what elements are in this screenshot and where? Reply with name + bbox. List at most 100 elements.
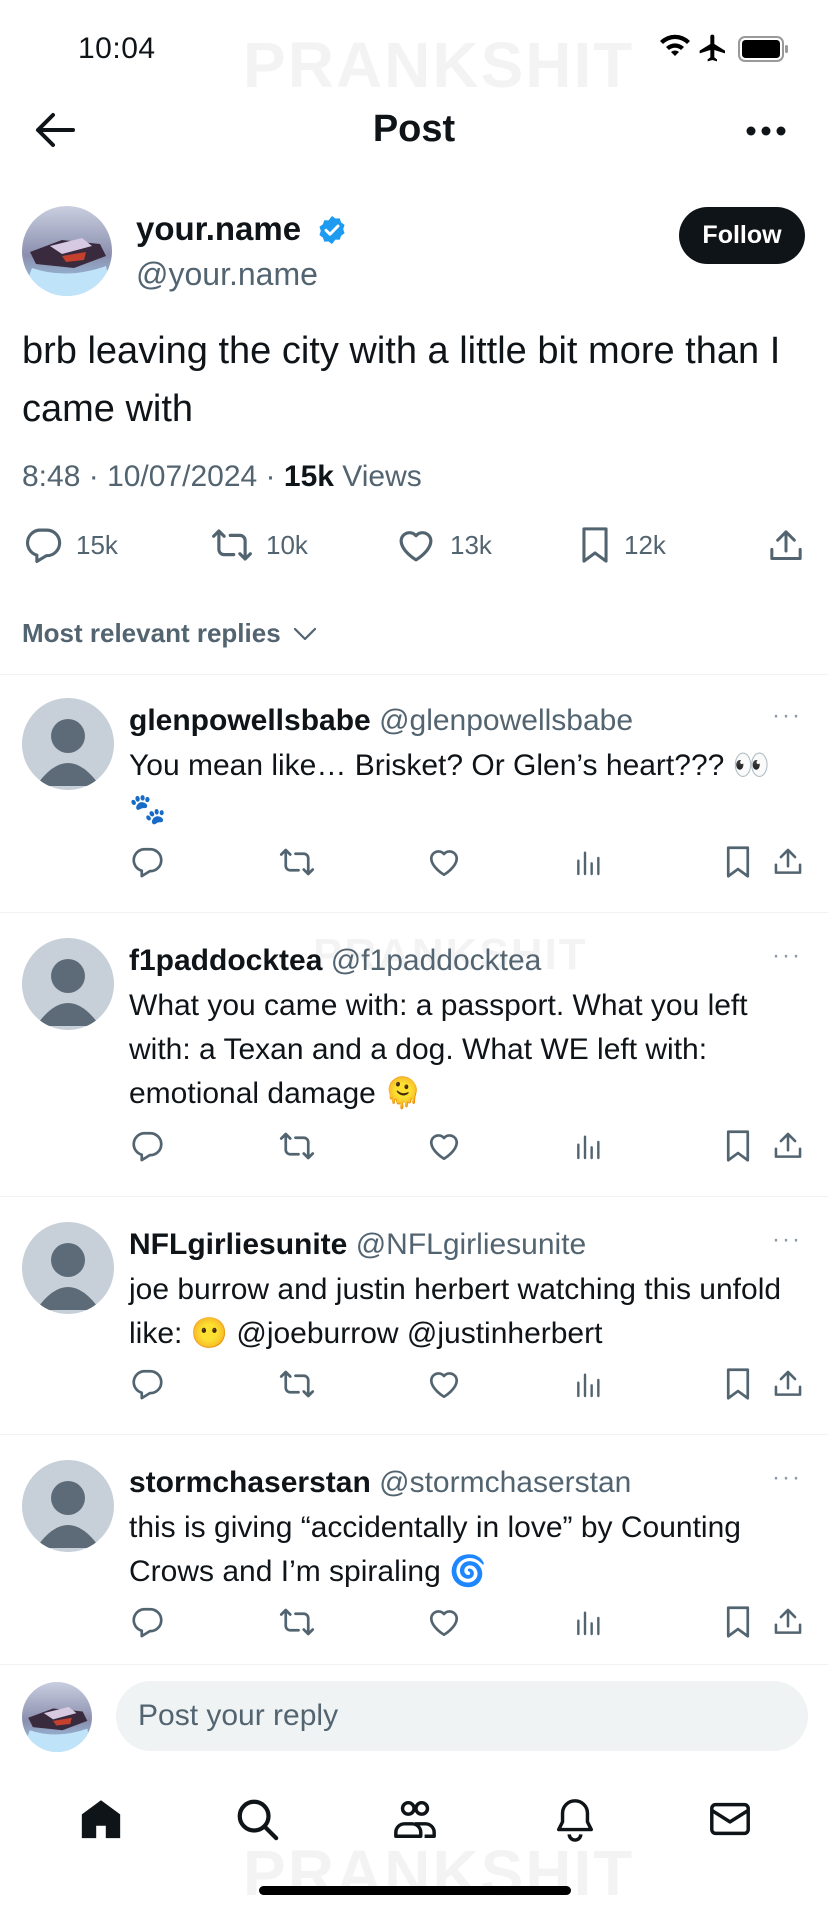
airplane-icon: [696, 32, 730, 64]
reply-handle: @f1paddocktea: [330, 944, 542, 977]
reply-text: What you came with: a passport. What you…: [129, 989, 748, 1110]
reply-header[interactable]: NFLgirliesunite @NFLgirliesunite: [129, 1228, 586, 1262]
reply-bookmark-icon[interactable]: [723, 844, 753, 880]
reply-name: f1paddocktea: [129, 944, 323, 977]
wifi-icon: [658, 34, 692, 60]
reply-header[interactable]: f1paddocktea @f1paddocktea: [129, 944, 541, 978]
reply-more-icon[interactable]: ···: [772, 1226, 802, 1254]
reply-name: glenpowellsbabe: [129, 704, 371, 737]
mail-icon: [710, 1802, 750, 1836]
reply-repost-icon[interactable]: [277, 1128, 317, 1164]
reply-name: NFLgirliesunite: [129, 1228, 348, 1261]
divider: [0, 912, 828, 913]
reply-comment-icon[interactable]: [129, 844, 165, 880]
reply-avatar[interactable]: [22, 1222, 114, 1314]
repost-icon: [212, 529, 252, 561]
reply-avatar[interactable]: [22, 698, 114, 790]
reply-analytics-icon[interactable]: [573, 1604, 605, 1640]
reply-comment-icon[interactable]: [129, 1604, 165, 1640]
reply-heart-icon[interactable]: [426, 1604, 462, 1640]
reply-actions: [129, 844, 807, 880]
reply-more-icon[interactable]: ···: [772, 942, 802, 970]
author-avatar[interactable]: [22, 206, 112, 296]
more-horizontal-icon: [746, 126, 786, 136]
post-text: brb leaving the city with a little bit m…: [22, 330, 781, 430]
reply-comment-icon[interactable]: [129, 1366, 165, 1402]
bookmark-stat[interactable]: 12k: [578, 524, 666, 566]
repost-count: 10k: [266, 529, 308, 560]
post-date: 10/07/2024: [107, 460, 258, 493]
battery-icon: [738, 36, 790, 62]
reply-avatar[interactable]: [22, 1460, 114, 1552]
views-label: Views: [342, 460, 422, 493]
heart-icon: [399, 531, 433, 562]
reply-bookmark-icon[interactable]: [723, 1604, 753, 1640]
reply-repost-icon[interactable]: [277, 1366, 317, 1402]
reply-analytics-icon[interactable]: [573, 1128, 605, 1164]
verified-badge-icon: [316, 214, 348, 246]
reply-share-icon[interactable]: [771, 844, 805, 880]
reply-placeholder: Post your reply: [138, 1699, 339, 1732]
status-time: 10:04: [78, 32, 156, 65]
reply-handle: @stormchaserstan: [379, 1466, 632, 1499]
reply-analytics-icon[interactable]: [573, 844, 605, 880]
author-handle[interactable]: @your.name: [136, 256, 318, 293]
reply-share-icon[interactable]: [771, 1128, 805, 1164]
reply-input[interactable]: Post your reply: [116, 1681, 808, 1751]
divider: [0, 1434, 828, 1435]
divider: [0, 1196, 828, 1197]
reply-handle: @glenpowellsbabe: [379, 704, 634, 737]
reply-text: You mean like… Brisket? Or Glen’s heart?…: [129, 749, 771, 826]
reply-text: joe burrow and justin herbert watching t…: [129, 1273, 782, 1350]
reply-text: this is giving “accidentally in love” by…: [129, 1511, 741, 1588]
watermark: PRANKSHIT: [243, 28, 634, 102]
reply-more-icon[interactable]: ···: [772, 1464, 802, 1492]
repost-stat[interactable]: 10k: [210, 524, 308, 566]
reply-analytics-icon[interactable]: [573, 1366, 605, 1402]
reply-share-icon[interactable]: [771, 1604, 805, 1640]
tab-home[interactable]: [78, 1796, 124, 1842]
divider: [0, 674, 828, 675]
replies-filter[interactable]: Most relevant replies: [22, 618, 317, 649]
bookmark-icon: [582, 527, 608, 563]
page-title: Post: [372, 108, 456, 150]
reply-repost-icon[interactable]: [277, 1604, 317, 1640]
reply-stat[interactable]: 15k: [22, 524, 118, 566]
tab-messages[interactable]: [707, 1796, 753, 1842]
reply-heart-icon[interactable]: [426, 1128, 462, 1164]
reply-count: 15k: [76, 529, 118, 560]
reply-share-icon[interactable]: [771, 1366, 805, 1402]
reply-actions: [129, 1604, 807, 1640]
reply-icon: [26, 528, 62, 564]
reply-handle: @NFLgirliesunite: [355, 1228, 587, 1261]
follow-button[interactable]: Follow: [679, 207, 805, 264]
reply-repost-icon[interactable]: [277, 844, 317, 880]
reply-header[interactable]: glenpowellsbabe @glenpowellsbabe: [129, 704, 633, 738]
author-name[interactable]: your.name: [136, 210, 301, 248]
like-stat[interactable]: 13k: [394, 524, 492, 566]
views-count: 15k: [283, 460, 334, 493]
divider: [0, 1664, 828, 1665]
reply-header[interactable]: stormchaserstan @stormchaserstan: [129, 1466, 631, 1500]
reply-actions: [129, 1128, 807, 1164]
post-meta: 8:48 · 10/07/2024 · 15k Views: [22, 460, 422, 493]
reply-bookmark-icon[interactable]: [723, 1366, 753, 1402]
more-button[interactable]: [744, 124, 788, 138]
composer-avatar: [22, 1682, 92, 1752]
watermark: PRANKSHIT: [243, 1836, 634, 1910]
replies-filter-label: Most relevant replies: [22, 618, 281, 648]
reply-heart-icon[interactable]: [426, 1366, 462, 1402]
share-icon: [770, 530, 802, 560]
home-indicator: [259, 1886, 571, 1895]
bookmark-count: 12k: [624, 529, 666, 560]
reply-bookmark-icon[interactable]: [723, 1128, 753, 1164]
reply-avatar[interactable]: [22, 938, 114, 1030]
like-count: 13k: [450, 529, 492, 560]
reply-name: stormchaserstan: [129, 1466, 371, 1499]
reply-more-icon[interactable]: ···: [772, 702, 802, 730]
reply-heart-icon[interactable]: [426, 844, 462, 880]
reply-comment-icon[interactable]: [129, 1128, 165, 1164]
reply-actions: [129, 1366, 807, 1402]
share-button[interactable]: [766, 526, 806, 566]
chevron-down-icon: [293, 627, 316, 640]
